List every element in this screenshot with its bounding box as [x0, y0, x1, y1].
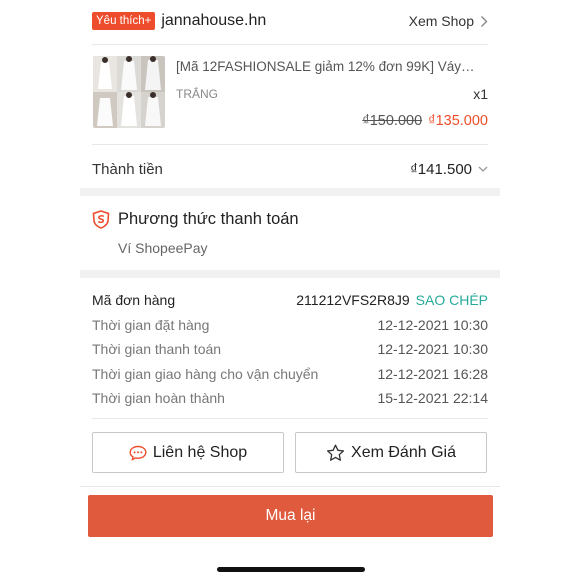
view-shop-link[interactable]: Xem Shop — [409, 13, 488, 29]
payment-method-title: Phương thức thanh toán — [118, 210, 299, 228]
chat-icon — [129, 445, 147, 461]
completion-time-value: 15-12-2021 22:14 — [377, 390, 488, 406]
payment-time-label: Thời gian thanh toán — [92, 341, 222, 357]
product-image — [93, 56, 165, 128]
product-thumbnail[interactable] — [93, 56, 165, 128]
completion-time-label: Thời gian hoàn thành — [92, 390, 225, 406]
product-title[interactable]: [Mã 12FASHIONSALE giảm 12% đơn 99K] Váy… — [176, 59, 488, 74]
section-separator — [80, 188, 500, 196]
order-id-row: Mã đơn hàng 211212VFS2R8J9 SAO CHÉP — [92, 292, 488, 308]
order-total-row[interactable]: Thành tiền ₫141.500 — [92, 158, 488, 180]
order-id-value: 211212VFS2R8J9 — [296, 292, 410, 308]
payment-method-value: Ví ShopeePay — [118, 240, 208, 256]
chevron-right-icon — [481, 15, 488, 27]
completion-time-row: Thời gian hoàn thành 15-12-2021 22:14 — [92, 390, 488, 406]
order-time-row: Thời gian đặt hàng 12-12-2021 10:30 — [92, 317, 488, 333]
buy-again-button[interactable]: Mua lại — [88, 495, 493, 537]
product-prices: ₫150.000 ₫135.000 — [362, 113, 488, 129]
payment-header: Phương thức thanh toán — [92, 210, 299, 229]
divider — [80, 486, 500, 487]
order-time-label: Thời gian đặt hàng — [92, 317, 210, 333]
home-indicator[interactable] — [217, 567, 365, 572]
contact-shop-label: Liên hệ Shop — [152, 443, 248, 461]
product-variation: TRẮNG — [176, 87, 218, 101]
chevron-down-icon — [478, 166, 488, 172]
view-rating-button[interactable]: Xem Đánh Giá — [295, 432, 487, 473]
shop-name: jannahouse.hn — [161, 12, 267, 29]
ship-time-label: Thời gian giao hàng cho vận chuyển — [92, 366, 319, 382]
shop-header[interactable]: Yêu thích+ jannahouse.hn Xem Shop — [92, 8, 488, 34]
view-rating-label: Xem Đánh Giá — [351, 443, 456, 461]
order-total-value: ₫141.500 — [410, 160, 472, 178]
ship-time-value: 12-12-2021 16:28 — [377, 366, 488, 382]
shopee-shield-icon — [92, 210, 110, 229]
star-icon — [326, 444, 345, 461]
product-quantity: x1 — [473, 86, 488, 102]
view-shop-label: Xem Shop — [408, 13, 474, 29]
order-total: ₫141.500 — [410, 161, 488, 178]
order-total-label: Thành tiền — [92, 160, 163, 178]
divider — [92, 44, 488, 45]
order-time-value: 12-12-2021 10:30 — [377, 317, 488, 333]
payment-time-row: Thời gian thanh toán 12-12-2021 10:30 — [92, 341, 488, 357]
divider — [92, 144, 488, 145]
section-separator — [80, 270, 500, 278]
divider — [92, 418, 488, 419]
ship-time-row: Thời gian giao hàng cho vận chuyển 12-12… — [92, 366, 488, 382]
order-id-label: Mã đơn hàng — [92, 292, 176, 308]
order-detail-screen: Yêu thích+ jannahouse.hn Xem Shop [Mã 12… — [80, 0, 500, 580]
sale-price: ₫135.000 — [428, 113, 488, 129]
copy-order-id-button[interactable]: SAO CHÉP — [416, 292, 488, 308]
payment-time-value: 12-12-2021 10:30 — [377, 341, 488, 357]
contact-shop-button[interactable]: Liên hệ Shop — [92, 432, 284, 473]
favorite-badge: Yêu thích+ — [92, 12, 156, 30]
original-price: ₫150.000 — [362, 113, 423, 129]
